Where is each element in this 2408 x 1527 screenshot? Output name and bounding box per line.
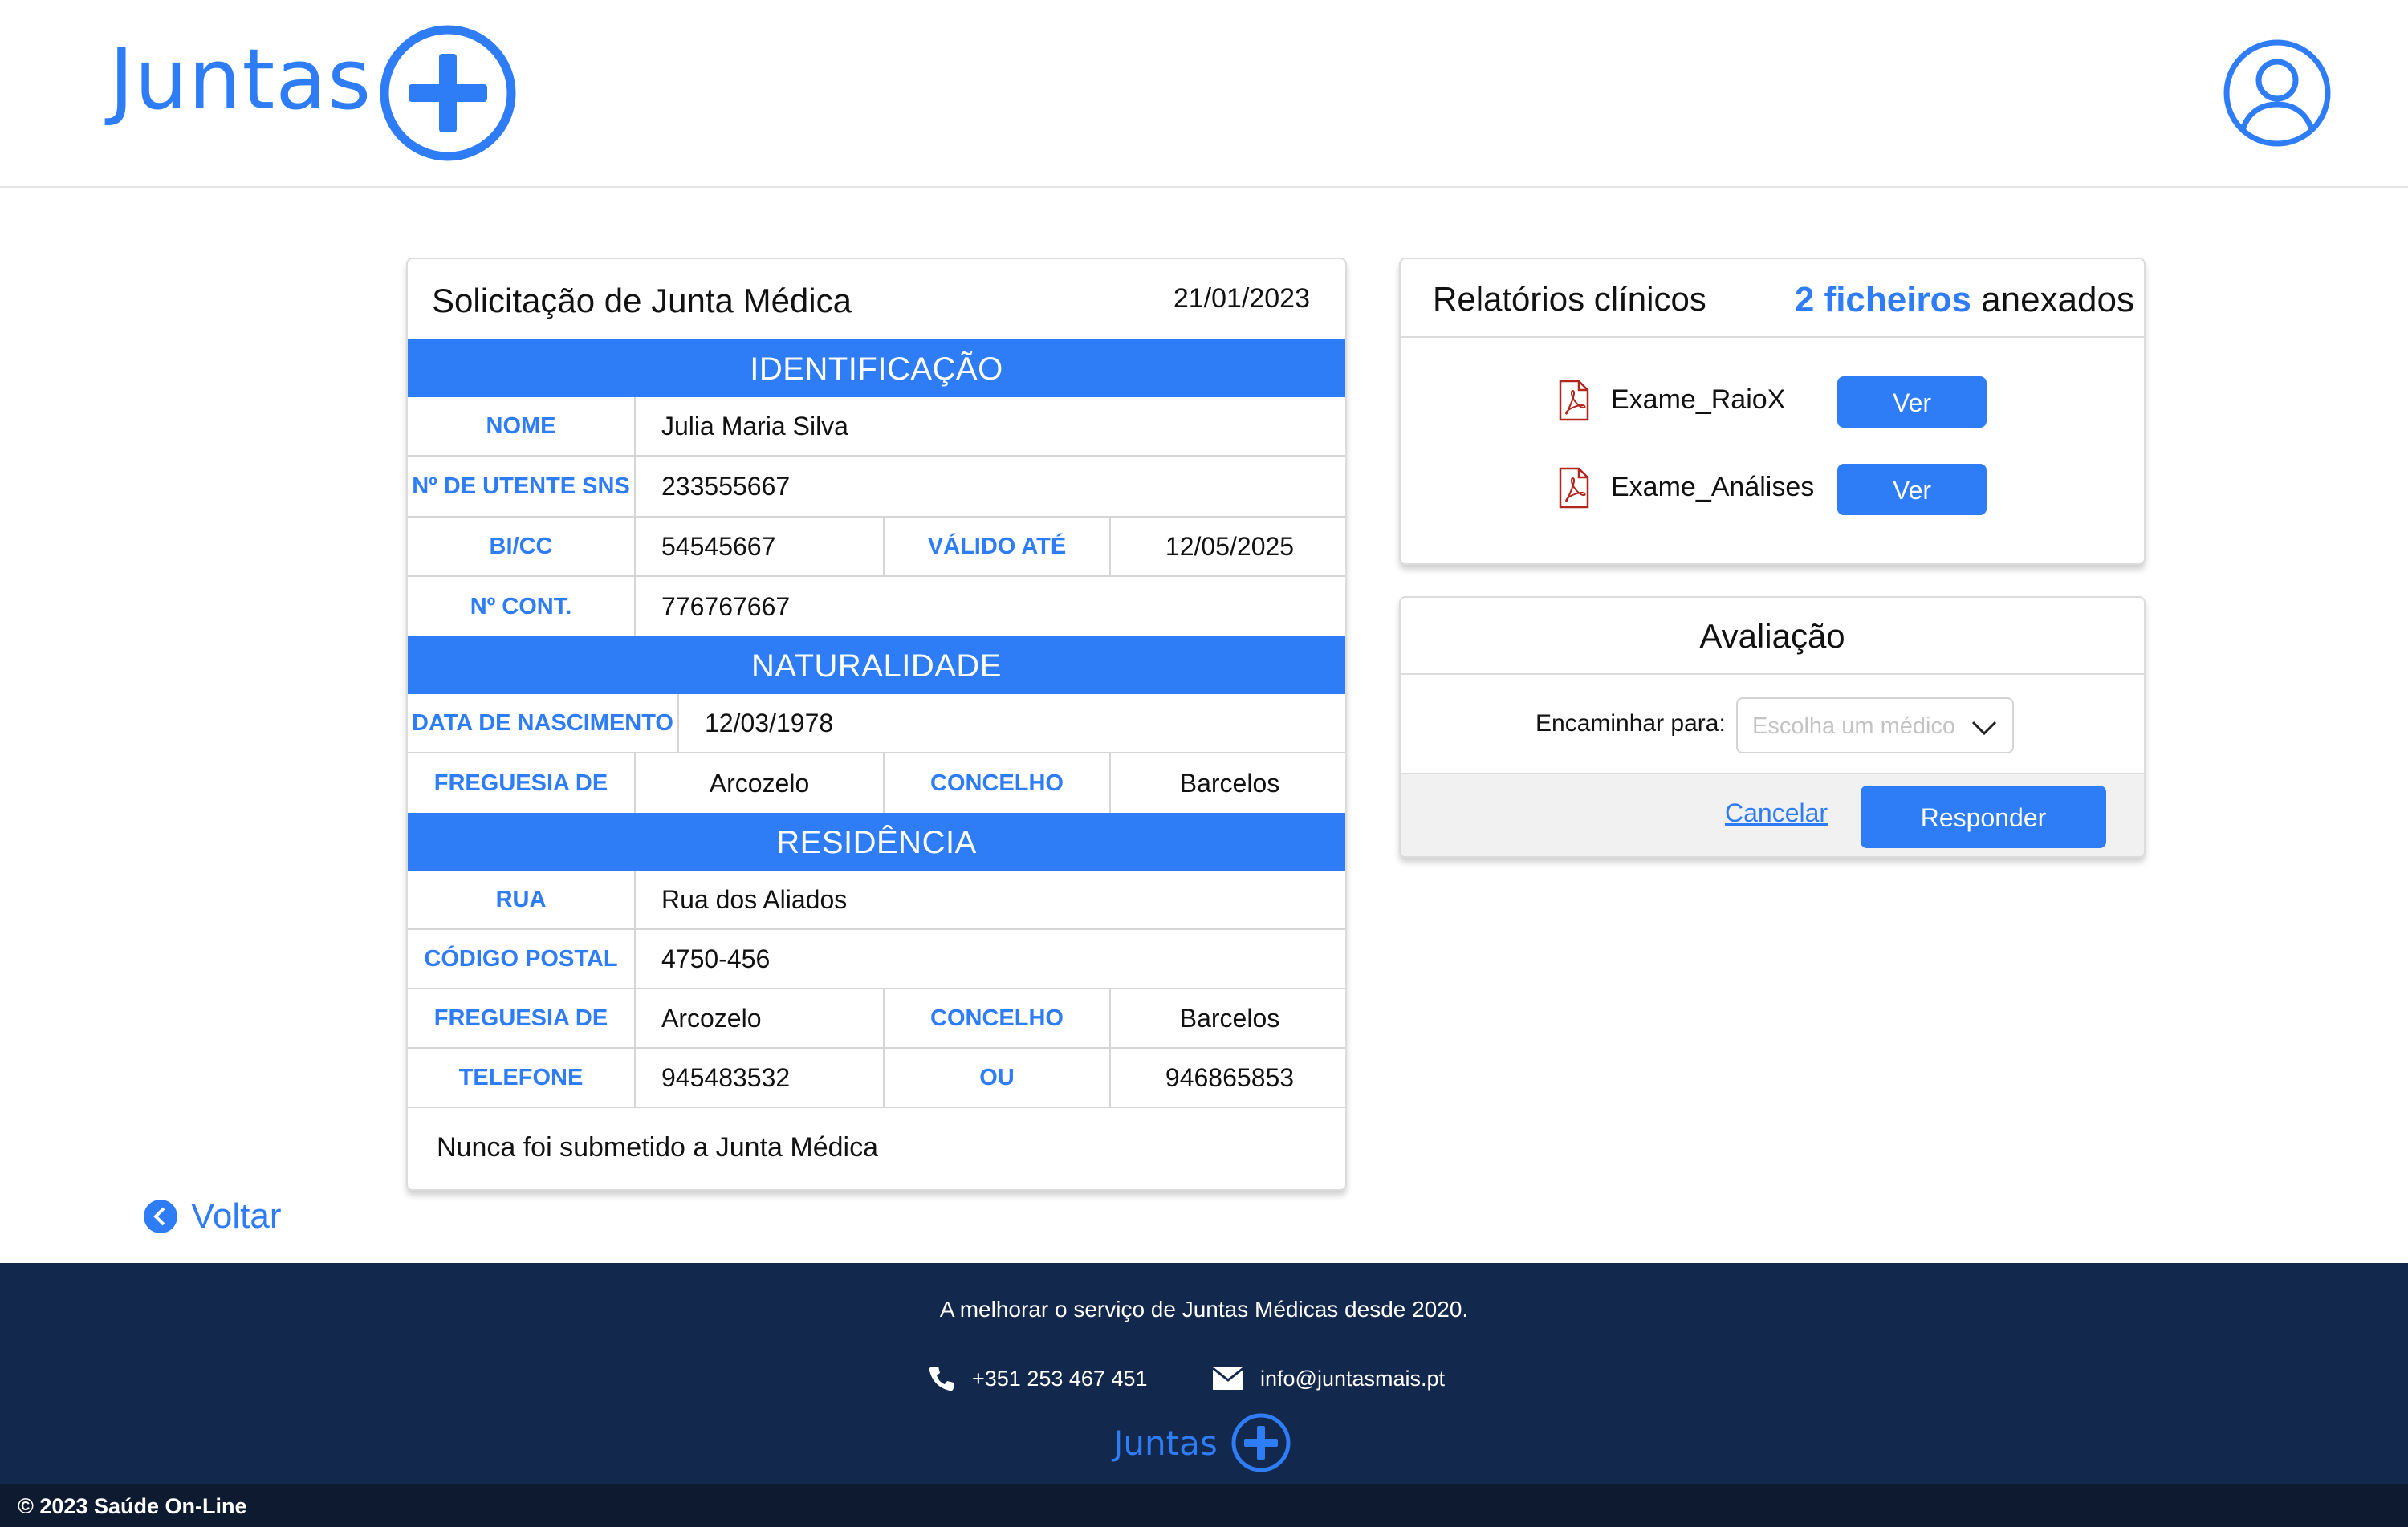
footer-logo[interactable]: Juntas (1113, 1412, 1291, 1473)
row-res-freguesia: FREGUESIA DE Arcozelo CONCELHO Barcelos (408, 989, 1345, 1049)
nat-concelho-value: Barcelos (1179, 768, 1280, 798)
evaluation-actions: Cancelar Responder (1401, 773, 2144, 856)
nome-label: NOME (408, 397, 636, 455)
file-name: Exame_RaioX (1611, 384, 1786, 415)
postal-value: 4750-456 (661, 944, 771, 973)
res-freguesia-label: FREGUESIA DE (408, 989, 636, 1047)
row-nat-freguesia: FREGUESIA DE Arcozelo CONCELHO Barcelos (408, 753, 1345, 813)
doctor-select[interactable]: Escolha um médico (1736, 697, 2014, 753)
nat-concelho-label: CONCELHO (885, 753, 1111, 813)
postal-label: CÓDIGO POSTAL (408, 930, 636, 988)
copyright-bar: © 2023 Saúde On-Line (0, 1484, 2408, 1527)
back-link[interactable]: Voltar (143, 1196, 282, 1237)
evaluation-title: Avaliação (1401, 598, 2144, 675)
clinical-reports-card: Relatórios clínicos 2 ficheiros anexados… (1399, 258, 2146, 565)
nat-freguesia-value: Arcozelo (636, 753, 885, 813)
form-title: Solicitação de Junta Médica (432, 282, 852, 319)
row-nascimento: DATA DE NASCIMENTO 12/03/1978 (408, 694, 1345, 753)
reports-title: Relatórios clínicos (1433, 280, 1706, 318)
row-bicc: BI/CC 54545667 VÁLIDO ATÉ 12/05/2025 (408, 518, 1345, 577)
reports-count: 2 ficheiros anexados (1795, 280, 2134, 320)
res-concelho-value: Barcelos (1179, 1003, 1280, 1033)
form-date: 21/01/2023 (1173, 283, 1310, 314)
copyright-text: © 2023 Saúde On-Line (18, 1494, 247, 1518)
row-nome: NOME Julia Maria Silva (408, 397, 1345, 457)
nascimento-label: DATA DE NASCIMENTO (408, 694, 679, 752)
cont-label: Nº CONT. (408, 577, 636, 636)
telefone-value: 945483532 (636, 1049, 885, 1107)
rua-label: RUA (408, 871, 636, 928)
reports-count-suffix: anexados (1981, 280, 2134, 319)
file-row: Exame_Análises Ver (1401, 464, 2144, 515)
file-row: Exame_RaioX Ver (1401, 376, 2144, 428)
plus-circle-icon[interactable] (380, 25, 516, 161)
back-label: Voltar (191, 1196, 282, 1236)
form-header: Solicitação de Junta Médica 21/01/2023 (408, 259, 1345, 339)
row-sns: Nº DE UTENTE SNS 233555667 (408, 457, 1345, 518)
doctor-select-placeholder: Escolha um médico (1752, 713, 1956, 739)
site-footer: A melhorar o serviço de Juntas Médicas d… (0, 1263, 2408, 1484)
res-concelho-label: CONCELHO (885, 989, 1111, 1047)
view-file-button[interactable]: Ver (1837, 464, 1987, 515)
form-footnote: Nunca foi submetido a Junta Médica (437, 1132, 878, 1163)
reports-header: Relatórios clínicos 2 ficheiros anexados (1401, 259, 2144, 338)
cancel-button[interactable]: Cancelar (1725, 798, 1828, 828)
bicc-label: BI/CC (408, 518, 636, 575)
nat-freguesia-label: FREGUESIA DE (408, 753, 636, 813)
chevron-left-circle-icon (144, 1200, 177, 1233)
top-header: Juntas (0, 0, 2408, 188)
nome-value: Julia Maria Silva (661, 411, 848, 441)
chevron-down-icon (1971, 721, 1997, 736)
bicc-value: 54545667 (636, 518, 885, 575)
sns-value: 233555667 (661, 471, 791, 501)
envelope-icon (1212, 1367, 1244, 1390)
ou-label: OU (885, 1049, 1111, 1107)
respond-button[interactable]: Responder (1861, 786, 2106, 848)
valido-value: 12/05/2025 (1165, 531, 1295, 561)
pdf-icon (1559, 467, 1589, 509)
plus-circle-icon (1231, 1413, 1291, 1472)
row-rua: RUA Rua dos Aliados (408, 871, 1345, 930)
footer-phone-text: +351 253 467 451 (972, 1366, 1148, 1391)
telefone-label: TELEFONE (408, 1049, 636, 1107)
row-telefone: TELEFONE 945483532 OU 946865853 (408, 1049, 1345, 1108)
footer-email-text: info@juntasmais.pt (1260, 1366, 1446, 1391)
footer-tagline: A melhorar o serviço de Juntas Médicas d… (939, 1297, 1469, 1322)
valido-label: VÁLIDO ATÉ (885, 518, 1111, 575)
row-postal: CÓDIGO POSTAL 4750-456 (408, 930, 1345, 989)
cont-value: 776767667 (661, 591, 791, 621)
footer-logo-text: Juntas (1113, 1423, 1218, 1463)
sns-label: Nº DE UTENTE SNS (408, 457, 636, 516)
phone-icon (929, 1367, 954, 1391)
forward-label: Encaminhar para: (1536, 710, 1726, 737)
section-naturalidade: NATURALIDADE (408, 636, 1345, 694)
footer-email[interactable]: info@juntasmais.pt (1212, 1363, 1445, 1395)
row-cont: Nº CONT. 776767667 (408, 577, 1345, 636)
section-identificacao: IDENTIFICAÇÃO (408, 339, 1345, 397)
res-freguesia-value: Arcozelo (636, 989, 885, 1047)
telefone2-value: 946865853 (1165, 1062, 1295, 1092)
nascimento-value: 12/03/1978 (705, 708, 834, 737)
section-residencia: RESIDÊNCIA (408, 813, 1345, 871)
junta-request-card: Solicitação de Junta Médica 21/01/2023 I… (406, 258, 1347, 1191)
evaluation-card: Avaliação Encaminhar para: Escolha um mé… (1399, 596, 2146, 858)
user-circle-icon[interactable] (2223, 39, 2332, 148)
footer-phone[interactable]: +351 253 467 451 (927, 1363, 1147, 1395)
view-file-button[interactable]: Ver (1837, 376, 1987, 428)
file-name: Exame_Análises (1611, 472, 1815, 502)
reports-count-highlight: 2 ficheiros (1794, 280, 1971, 319)
logo-text[interactable]: Juntas (109, 30, 372, 128)
rua-value: Rua dos Aliados (661, 884, 848, 914)
pdf-icon (1559, 380, 1589, 421)
